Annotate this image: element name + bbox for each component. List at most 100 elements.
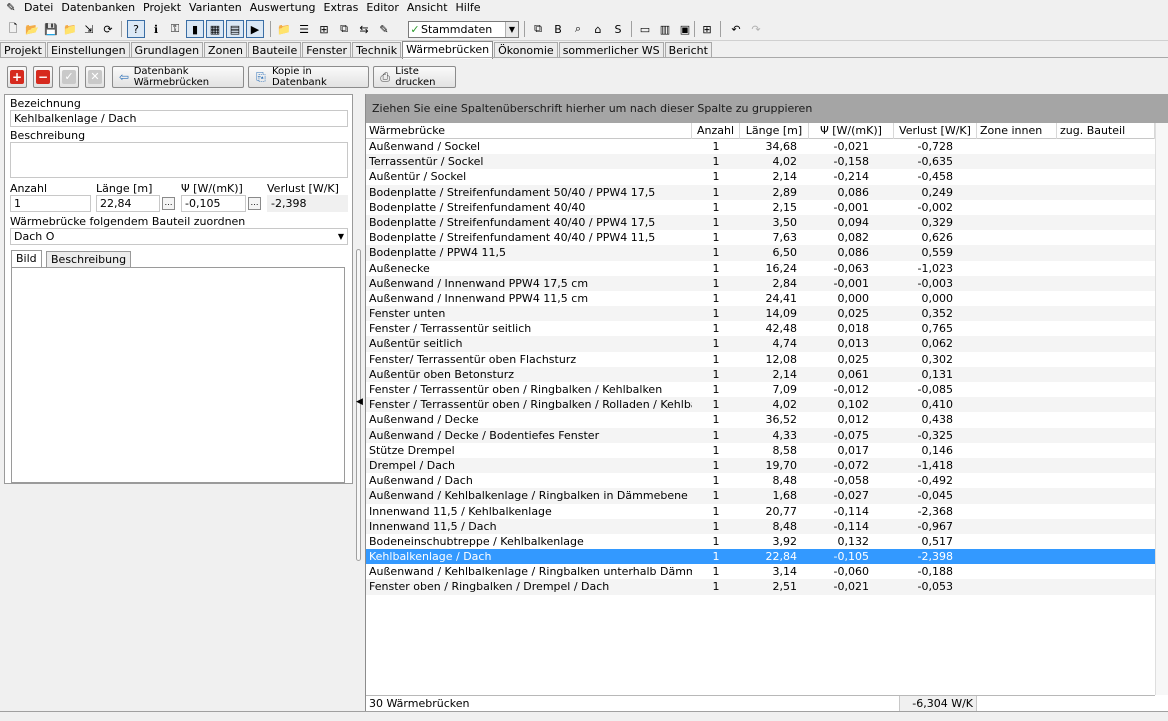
tab-fenster[interactable]: Fenster — [302, 42, 352, 58]
col-zone-innen[interactable]: Zone innen — [977, 123, 1057, 139]
table-row[interactable]: Außentür / Sockel 1 2,14 -0,214 -0,458 — [366, 169, 1155, 184]
edit-icon[interactable]: ✎ — [375, 20, 393, 38]
table-row[interactable]: Bodeneinschubtreppe / Kehlbalkenlage 1 3,9… — [366, 534, 1155, 549]
new-file-icon[interactable]: 🗋 — [4, 20, 22, 38]
menu-auswertung[interactable]: Auswertung — [246, 0, 320, 16]
folder-icon[interactable]: 📁 — [61, 20, 79, 38]
tab-bauteile[interactable]: Bauteile — [248, 42, 302, 58]
tab-zonen[interactable]: Zonen — [204, 42, 248, 58]
tab-einstellungen[interactable]: Einstellungen — [46, 42, 130, 58]
bauteil-dropdown[interactable]: Dach O ▼ — [10, 228, 348, 245]
table-row[interactable]: Bodenplatte / Streifenfundament 40/40 / … — [366, 230, 1155, 245]
table-row[interactable]: Stütze Drempel 1 8,58 0,017 0,146 — [366, 443, 1155, 458]
panel-splitter[interactable]: ◀ — [353, 94, 365, 719]
table-row[interactable]: Außenwand / Sockel 1 34,68 -0,021 -0,728 — [366, 139, 1155, 154]
kopie-in-datenbank-button[interactable]: ⎘ Kopie in Datenbank — [248, 66, 369, 88]
save-icon[interactable]: 💾 — [42, 20, 60, 38]
redo-icon[interactable]: ↷ — [747, 20, 765, 38]
col-verlust[interactable]: Verlust [W/K] — [894, 123, 977, 139]
table-row[interactable]: Fenster unten 1 14,09 0,025 0,352 — [366, 306, 1155, 322]
table-row[interactable]: Fenster / Terrassentür oben / Ringbalken… — [366, 397, 1155, 413]
table-row[interactable]: Außenwand / Innenwand PPW4 11,5 cm 1 24,41… — [366, 291, 1155, 306]
search-icon[interactable]: ⌕ — [569, 20, 587, 38]
bold-b-icon[interactable]: B — [549, 20, 567, 38]
tab-projekt[interactable]: Projekt — [0, 42, 46, 58]
table-row[interactable]: Innenwand 11,5 / Kehlbalkenlage 1 20,77 -0,… — [366, 504, 1155, 519]
cancel-button[interactable]: ✕ — [85, 66, 105, 88]
copy-folder-icon[interactable]: ⧉ — [335, 20, 353, 38]
menu-hilfe[interactable]: Hilfe — [452, 0, 485, 16]
menu-varianten[interactable]: Varianten — [185, 0, 246, 16]
chevron-down-icon[interactable]: ▼ — [505, 22, 518, 37]
table-row[interactable]: Außentür oben Betonsturz 1 2,14 0,061 0,131 — [366, 366, 1155, 382]
liste-drucken-button[interactable]: ⎙ Liste drucken — [373, 66, 456, 88]
run-icon[interactable]: ▶ — [246, 20, 264, 38]
table-row[interactable]: Terrassentür / Sockel 1 4,02 -0,158 -0,635 — [366, 154, 1155, 170]
table-icon[interactable]: ▦ — [206, 20, 224, 38]
calendar-icon[interactable]: ▤ — [226, 20, 244, 38]
beschreibung-field[interactable] — [10, 142, 348, 178]
laenge-ellipsis-button[interactable]: … — [162, 197, 175, 210]
table-row[interactable]: Außenwand / Kehlbalkenlage / Ringbalken … — [366, 564, 1155, 579]
house-icon[interactable]: ⌂ — [589, 20, 607, 38]
s-icon[interactable]: S — [609, 20, 627, 38]
refresh-icon[interactable]: ⟳ — [99, 20, 117, 38]
list-icon[interactable]: ☰ — [295, 20, 313, 38]
group-by-area[interactable]: Ziehen Sie eine Spaltenüberschrift hierh… — [366, 94, 1168, 123]
col-waermebruecke[interactable]: Wärmebrücke — [366, 123, 692, 139]
tab-bild[interactable]: Bild — [11, 250, 42, 268]
laenge-field[interactable]: 22,84 — [96, 195, 160, 212]
menu-projekt[interactable]: Projekt — [139, 0, 185, 16]
table-row[interactable]: Bodenplatte / Streifenfundament 50/40 / … — [366, 184, 1155, 200]
undo-icon[interactable]: ↶ — [727, 20, 745, 38]
table-row[interactable]: Fenster oben / Ringbalken / Drempel / Da… — [366, 579, 1155, 595]
table-row[interactable]: Außenwand / Decke 1 36,52 0,012 0,438 — [366, 412, 1155, 427]
table-row[interactable]: Bodenplatte / Streifenfundament 40/40 1 2,… — [366, 200, 1155, 215]
tab-beschreibung[interactable]: Beschreibung — [46, 251, 132, 268]
tab-bericht[interactable]: Bericht — [664, 42, 712, 58]
table-row[interactable]: Bodenplatte / Streifenfundament 40/40 / … — [366, 214, 1155, 231]
add-folder-icon[interactable]: ⊞ — [315, 20, 333, 38]
key-icon[interactable]: ⚿ — [166, 20, 184, 38]
psi-ellipsis-button[interactable]: … — [248, 197, 261, 210]
table-row[interactable]: Fenster / Terrassentür seitlich 1 42,48 0,0… — [366, 321, 1155, 336]
col-laenge[interactable]: Länge [m] — [740, 123, 809, 139]
info-icon[interactable]: ℹ — [147, 20, 165, 38]
table-row[interactable]: Außentür seitlich 1 4,74 0,013 0,062 — [366, 336, 1155, 352]
chart-icon[interactable]: ▮ — [186, 20, 204, 38]
table-row[interactable]: Außenwand / Kehlbalkenlage / Ringbalken … — [366, 488, 1155, 504]
table-row[interactable]: Fenster / Terrassentür oben / Ringbalken… — [366, 382, 1155, 397]
vertical-scrollbar[interactable] — [1155, 123, 1168, 695]
menu-datei[interactable]: Datei — [20, 0, 57, 16]
layout-3-icon[interactable]: ▣ — [676, 20, 694, 38]
table-row[interactable]: Innenwand 11,5 / Dach 1 8,48 -0,114 -0,967 — [366, 518, 1155, 534]
copy-icon[interactable]: ⧉ — [529, 20, 547, 38]
help-icon[interactable]: ? — [127, 20, 145, 38]
project-folder-icon[interactable]: 📁 — [275, 20, 293, 38]
add-button[interactable]: + — [7, 66, 27, 88]
menu-editor[interactable]: Editor — [362, 0, 403, 16]
open-file-icon[interactable]: 📂 — [23, 20, 41, 38]
menu-extras[interactable]: Extras — [320, 0, 363, 16]
table-row[interactable]: Außenwand / Innenwand PPW4 17,5 cm 1 2,84 -… — [366, 275, 1155, 291]
anzahl-field[interactable]: 1 — [10, 195, 91, 212]
move-folder-icon[interactable]: ⇆ — [355, 20, 373, 38]
table-row[interactable]: Außenwand / Dach 1 8,48 -0,058 -0,492 — [366, 473, 1155, 488]
table-row[interactable]: Bodenplatte / PPW4 11,5 1 6,50 0,086 0,559 — [366, 245, 1155, 261]
col-anzahl[interactable]: Anzahl — [692, 123, 740, 139]
tab-grundlagen[interactable]: Grundlagen — [130, 42, 204, 58]
tab-technik[interactable]: Technik — [352, 42, 402, 58]
bezeichnung-field[interactable]: Kehlbalkenlage / Dach — [10, 110, 348, 127]
layout-2-icon[interactable]: ▥ — [656, 20, 674, 38]
export-icon[interactable]: ⇲ — [80, 20, 98, 38]
collapse-arrow-icon[interactable]: ◀ — [356, 397, 363, 407]
layout-1-icon[interactable]: ▭ — [636, 20, 654, 38]
table-row[interactable]: Drempel / Dach 1 19,70 -0,072 -1,418 — [366, 457, 1155, 474]
stammdaten-combo[interactable]: ✓ Stammdaten ▼ — [408, 21, 519, 38]
remove-button[interactable]: − — [33, 66, 53, 88]
confirm-button[interactable]: ✓ — [59, 66, 79, 88]
col-zug-bauteil[interactable]: zug. Bauteil — [1057, 123, 1155, 139]
psi-field[interactable]: -0,105 — [181, 195, 246, 212]
table-row[interactable]: Kehlbalkenlage / Dach 1 22,84 -0,105 -2,398 — [366, 549, 1155, 565]
table-row[interactable]: Außenecke 1 16,24 -0,063 -1,023 — [366, 261, 1155, 276]
